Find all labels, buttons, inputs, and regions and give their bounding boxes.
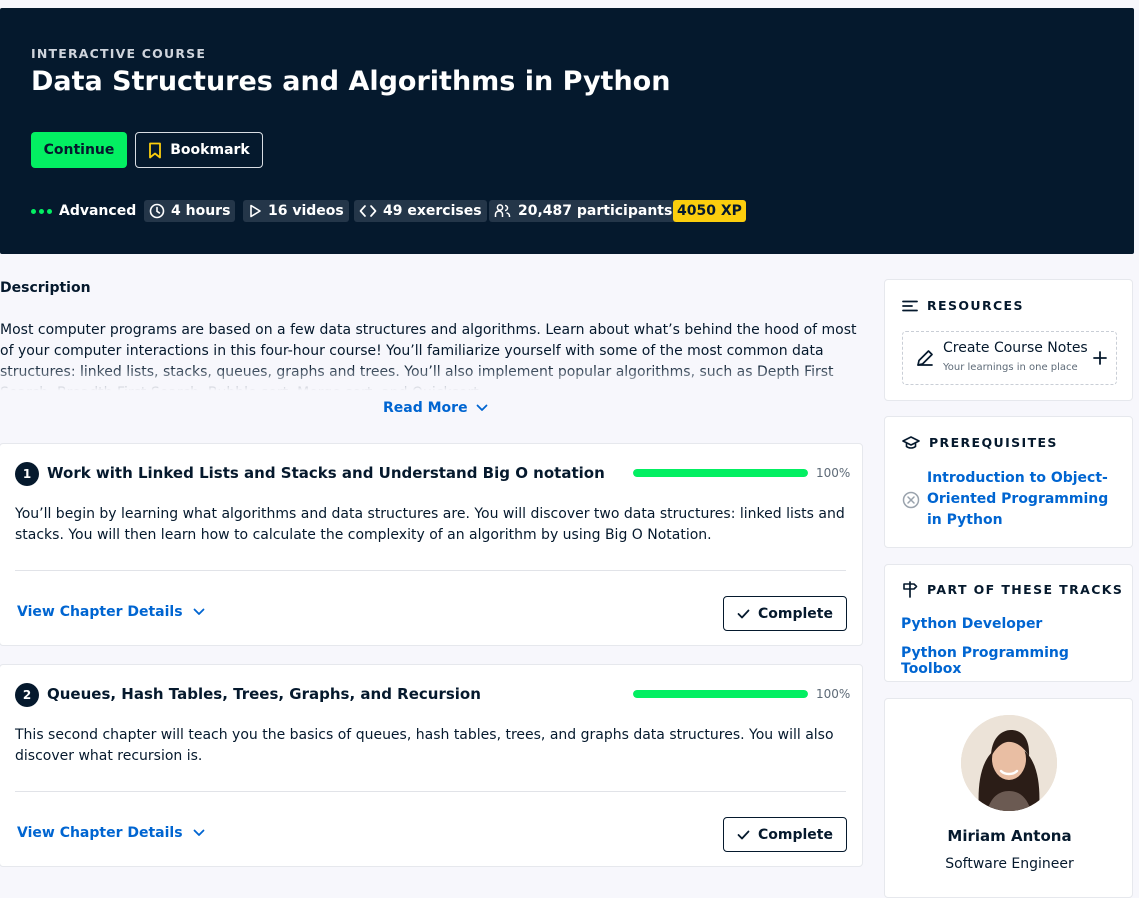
participants-badge: 20,487 participants xyxy=(489,200,678,222)
chapter-complete-label: Complete xyxy=(758,826,833,843)
resources-heading: RESOURCES xyxy=(902,298,1024,313)
xp-label: 4050 XP xyxy=(673,200,746,222)
create-notes-subtitle: Your learnings in one place xyxy=(943,362,1078,373)
view-chapter-details-label: View Chapter Details xyxy=(17,604,183,620)
bookmark-label: Bookmark xyxy=(170,142,250,158)
chapter-title: Queues, Hash Tables, Trees, Graphs, and … xyxy=(47,685,481,703)
code-icon xyxy=(359,205,377,217)
chapter-description: You’ll begin by learning what algorithms… xyxy=(15,506,845,543)
resources-heading-label: RESOURCES xyxy=(927,298,1024,313)
duration-label: 4 hours xyxy=(171,203,231,219)
play-icon xyxy=(250,204,261,218)
chapter-title: Work with Linked Lists and Stacks and Un… xyxy=(47,464,605,482)
chapter-number: 2 xyxy=(15,683,39,707)
prerequisites-card: PREREQUISITES Introduction to Object-Ori… xyxy=(884,416,1133,548)
course-title: Data Structures and Algorithms in Python xyxy=(31,66,671,97)
track-link[interactable]: Python Developer xyxy=(901,616,1042,632)
exercises-label: 49 exercises xyxy=(383,203,482,219)
course-type-label: INTERACTIVE COURSE xyxy=(31,46,207,61)
tracks-card: PART OF THESE TRACKS Python Developer Py… xyxy=(884,564,1133,682)
tracks-heading-label: PART OF THESE TRACKS xyxy=(927,582,1124,597)
chevron-down-icon xyxy=(193,829,204,836)
level-dots-icon xyxy=(31,208,52,214)
course-hero: INTERACTIVE COURSE Data Structures and A… xyxy=(0,8,1134,254)
exercises-badge: 49 exercises xyxy=(354,200,487,222)
chapter-divider xyxy=(15,570,846,571)
level-label: Advanced xyxy=(59,203,137,219)
read-more-label: Read More xyxy=(383,400,468,416)
xp-badge: 4050 XP xyxy=(673,200,746,222)
chapter-description: This second chapter will teach you the b… xyxy=(15,727,834,764)
graduation-cap-icon xyxy=(902,435,920,449)
duration-badge: 4 hours xyxy=(144,200,236,222)
participants-label: 20,487 participants xyxy=(518,203,673,219)
resources-card: RESOURCES Create Course Notes Your learn… xyxy=(884,279,1133,401)
chapter-progress-label: 100% xyxy=(816,687,851,701)
level-indicator: Advanced xyxy=(31,200,136,222)
prerequisites-heading: PREREQUISITES xyxy=(902,435,1058,450)
instructor-avatar[interactable] xyxy=(961,715,1057,811)
pencil-icon xyxy=(917,350,933,366)
signpost-icon xyxy=(903,581,918,598)
videos-label: 16 videos xyxy=(268,203,344,219)
chapter-complete-button[interactable]: Complete xyxy=(723,817,847,852)
chapter-complete-label: Complete xyxy=(758,605,833,622)
clock-icon xyxy=(149,203,165,219)
menu-lines-icon xyxy=(902,300,918,311)
chapter-divider xyxy=(15,791,846,792)
chapter-progress-bar xyxy=(633,690,808,698)
chapter-card: 2 Queues, Hash Tables, Trees, Graphs, an… xyxy=(0,664,863,867)
prerequisite-course-link[interactable]: Introduction to Object-Oriented Programm… xyxy=(927,468,1117,531)
chevron-down-icon xyxy=(476,404,487,411)
incomplete-circle-icon xyxy=(902,491,920,509)
chapter-card: 1 Work with Linked Lists and Stacks and … xyxy=(0,443,863,646)
continue-button[interactable]: Continue xyxy=(31,132,127,168)
videos-badge: 16 videos xyxy=(243,200,349,222)
instructor-card: Miriam Antona Software Engineer xyxy=(884,698,1133,898)
create-notes-title: Create Course Notes xyxy=(943,340,1088,356)
bookmark-button[interactable]: Bookmark xyxy=(135,132,263,168)
chapter-progress-label: 100% xyxy=(816,466,851,480)
description-fade xyxy=(0,365,866,395)
plus-icon xyxy=(1093,351,1107,365)
chevron-down-icon xyxy=(193,608,204,615)
participants-icon xyxy=(494,204,511,217)
prerequisites-heading-label: PREREQUISITES xyxy=(929,435,1058,450)
view-chapter-details-link[interactable]: View Chapter Details xyxy=(17,825,205,841)
checkmark-icon xyxy=(737,830,750,839)
checkmark-icon xyxy=(737,609,750,618)
view-chapter-details-label: View Chapter Details xyxy=(17,825,183,841)
chapter-progress-bar xyxy=(633,469,808,477)
instructor-photo xyxy=(961,715,1057,811)
chapter-progress-fill xyxy=(633,469,808,477)
instructor-name: Miriam Antona xyxy=(947,827,1072,845)
description-heading: Description xyxy=(0,280,91,296)
view-chapter-details-link[interactable]: View Chapter Details xyxy=(17,604,205,620)
bookmark-icon xyxy=(149,142,162,158)
tracks-heading: PART OF THESE TRACKS xyxy=(902,581,1123,598)
chapter-complete-button[interactable]: Complete xyxy=(723,596,847,631)
read-more-link[interactable]: Read More xyxy=(383,400,488,416)
instructor-role: Software Engineer xyxy=(945,856,1074,872)
track-link[interactable]: Python Programming Toolbox xyxy=(901,645,1132,677)
create-course-notes-button[interactable]: Create Course Notes Your learnings in on… xyxy=(902,331,1117,385)
chapter-number: 1 xyxy=(15,462,39,486)
chapter-progress-fill xyxy=(633,690,808,698)
